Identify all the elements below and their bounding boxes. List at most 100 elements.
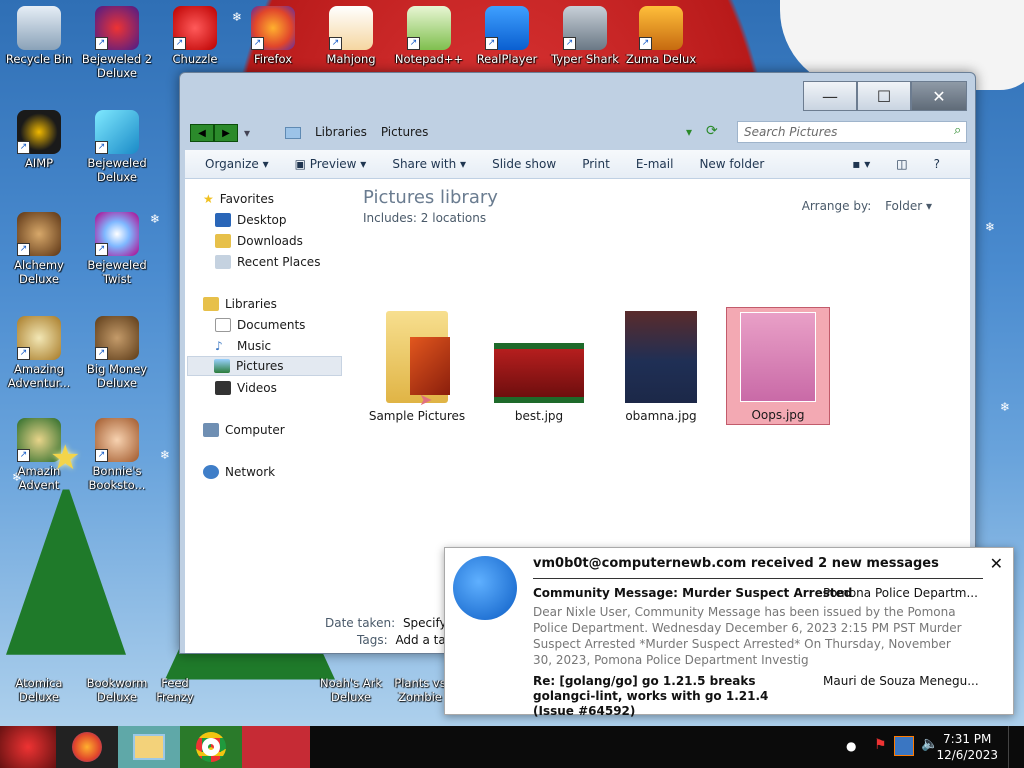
desktop-icon-noahs-ark[interactable]: Noah's Ark Deluxe <box>312 676 390 704</box>
desktop-icon-zuma-deluxe[interactable]: ↗ Zuma Delux <box>622 6 700 66</box>
nav-computer[interactable]: Computer <box>203 420 363 440</box>
file-item[interactable]: best.jpg <box>487 343 591 423</box>
mahjong-icon: ↗ <box>329 6 373 50</box>
nav-desktop[interactable]: Desktop <box>215 210 375 230</box>
message-sender: Mauri de Souza Menegu... <box>823 674 979 688</box>
show-hidden-icons[interactable]: ● <box>846 739 856 753</box>
desktop-icon-label: Typer Shark <box>551 52 619 66</box>
desktop-icon-aimp[interactable]: ↗ AIMP <box>0 110 78 170</box>
desktop-icon-recycle-bin[interactable]: Recycle Bin <box>0 6 78 66</box>
address-dropdown-icon[interactable]: ▾ <box>686 125 692 139</box>
desktop-icon-mahjong[interactable]: ↗ Mahjong <box>312 6 390 66</box>
print-button[interactable]: Print <box>582 157 610 171</box>
maximize-button[interactable]: ☐ <box>857 81 911 111</box>
desktop-icon-notepad-plus-plus[interactable]: ↗ Notepad++ <box>390 6 468 66</box>
taskbar-chrome[interactable] <box>180 726 242 768</box>
desktop-icon-amazing-adventures[interactable]: ↗ Amazing Adventur... <box>0 316 78 390</box>
nav-documents[interactable]: Documents <box>215 315 375 335</box>
preview-pane-icon[interactable]: ◫ <box>896 157 907 171</box>
desktop-icon-label: RealPlayer <box>476 52 538 66</box>
desktop-icon-feed-frenzy[interactable]: Feed Frenzy <box>150 676 200 704</box>
desktop-icon-chuzzle[interactable]: ↗ Chuzzle <box>156 6 234 66</box>
library-includes[interactable]: Includes: 2 locations <box>363 211 486 225</box>
search-icon[interactable]: ⌕ <box>954 123 961 138</box>
back-button[interactable]: ◀ <box>190 124 214 142</box>
desktop-icon-label: Bejeweled Deluxe <box>87 156 147 184</box>
organize-menu[interactable]: Organize ▾ <box>205 157 269 171</box>
mail-notification[interactable]: vm0b0t@computernewb.com received 2 new m… <box>444 547 1014 718</box>
nav-pictures[interactable]: Pictures <box>187 356 342 376</box>
desktop-icon-bookworm[interactable]: Bookworm Deluxe <box>78 676 156 704</box>
desktop-icon-bejeweled-deluxe[interactable]: ↗ Bejeweled Deluxe <box>78 110 156 184</box>
desktop-icon-firefox[interactable]: ↗ Firefox <box>234 6 312 66</box>
desktop-icon-bejeweled-2[interactable]: ↗ Bejeweled 2 Deluxe <box>78 6 156 80</box>
action-center-icon[interactable]: ⚑ <box>874 737 887 753</box>
folder-icon <box>386 311 450 403</box>
realplayer-icon: ↗ <box>485 6 529 50</box>
star-icon: ★ <box>203 192 214 206</box>
message-preview: Dear Nixle User, Community Message has b… <box>533 605 962 667</box>
show-desktop-button[interactable] <box>1008 726 1022 768</box>
breadcrumb-pictures[interactable]: Pictures <box>381 125 429 139</box>
downloads-icon <box>215 234 231 248</box>
taskbar-firefox[interactable] <box>56 726 118 768</box>
desktop-icon-label: Plants vs Zombie <box>394 676 446 704</box>
desktop-icon-realplayer[interactable]: ↗ RealPlayer <box>468 6 546 66</box>
help-button[interactable]: ? <box>934 157 940 171</box>
refresh-icon[interactable]: ⟳ <box>706 123 718 139</box>
nav-recent-places[interactable]: Recent Places <box>215 252 375 272</box>
desktop-icon-label: Zuma Delux <box>625 52 697 66</box>
taskbar-app[interactable] <box>242 726 310 768</box>
nav-favorites[interactable]: ★ Favorites <box>203 189 363 209</box>
desktop-icon-bejeweled-twist[interactable]: ↗ Bejeweled Twist <box>78 212 156 286</box>
desktop-icon <box>215 213 231 227</box>
file-item[interactable]: Oops.jpg <box>726 307 830 425</box>
taskbar: ● ⚑ 🔈 7:31 PM 12/6/2023 <box>0 726 1024 768</box>
nav-downloads[interactable]: Downloads <box>215 231 375 251</box>
nav-videos[interactable]: Videos <box>215 378 375 398</box>
arrange-by-dropdown[interactable]: Folder ▾ <box>885 199 932 213</box>
taskbar-explorer[interactable] <box>118 726 180 768</box>
system-clock[interactable]: 7:31 PM 12/6/2023 <box>936 731 998 763</box>
arrange-by: Arrange by: Folder ▾ <box>801 199 932 213</box>
desktop-icon-label: Recycle Bin <box>5 52 73 66</box>
search-input[interactable]: Search Pictures <box>737 121 967 143</box>
clock-date: 12/6/2023 <box>936 748 998 762</box>
start-button[interactable] <box>0 726 56 768</box>
slide-show-button[interactable]: Slide show <box>492 157 556 171</box>
pictures-icon <box>214 359 230 373</box>
minimize-button[interactable]: — <box>803 81 857 111</box>
message-subject[interactable]: Community Message: Murder Suspect Arrest… <box>533 586 852 600</box>
desktop-icon-bonnies-bookstore[interactable]: ↗ Bonnie's Booksto... <box>78 418 156 492</box>
preview-menu[interactable]: ▣ Preview ▾ <box>295 157 367 171</box>
bejeweled-deluxe-icon: ↗ <box>95 110 139 154</box>
file-name: Sample Pictures <box>368 409 466 423</box>
breadcrumb-libraries[interactable]: Libraries <box>315 125 367 139</box>
view-options-icon[interactable]: ▪ ▾ <box>852 157 870 171</box>
nav-libraries[interactable]: Libraries <box>203 294 363 314</box>
chrome-icon <box>196 732 226 762</box>
notification-close-button[interactable]: ✕ <box>990 554 1003 573</box>
desktop-icon-atomica[interactable]: Atomica Deluxe <box>0 676 78 704</box>
forward-button[interactable]: ▶ <box>214 124 238 142</box>
file-item[interactable]: obamna.jpg <box>609 311 713 423</box>
recent-pages-dropdown[interactable]: ▾ <box>244 126 250 140</box>
nav-network[interactable]: Network <box>203 462 363 482</box>
recent-places-icon <box>215 255 231 269</box>
desktop-icon-label: Chuzzle <box>172 52 218 66</box>
desktop-icon-plants-vs-zombies[interactable]: Plants vs Zombie <box>390 676 450 704</box>
close-button[interactable]: ✕ <box>911 81 967 111</box>
message-subject[interactable]: Re: [golang/go] go 1.21.5 breaks golangc… <box>533 674 803 719</box>
desktop-icon-typer-shark[interactable]: ↗ Typer Shark <box>546 6 624 66</box>
file-item[interactable]: Sample Pictures <box>365 311 469 423</box>
desktop-icon-alchemy-deluxe[interactable]: ↗ Alchemy Deluxe <box>0 212 78 286</box>
file-name: best.jpg <box>514 409 564 423</box>
new-folder-button[interactable]: New folder <box>699 157 764 171</box>
big-money-icon: ↗ <box>95 316 139 360</box>
email-button[interactable]: E-mail <box>636 157 674 171</box>
nav-music[interactable]: ♪ Music <box>215 336 375 356</box>
desktop-icon-big-money[interactable]: ↗ Big Money Deluxe <box>78 316 156 390</box>
network-icon[interactable] <box>894 736 914 756</box>
desktop-icon-label: Mahjong <box>326 52 376 66</box>
share-with-menu[interactable]: Share with ▾ <box>392 157 466 171</box>
